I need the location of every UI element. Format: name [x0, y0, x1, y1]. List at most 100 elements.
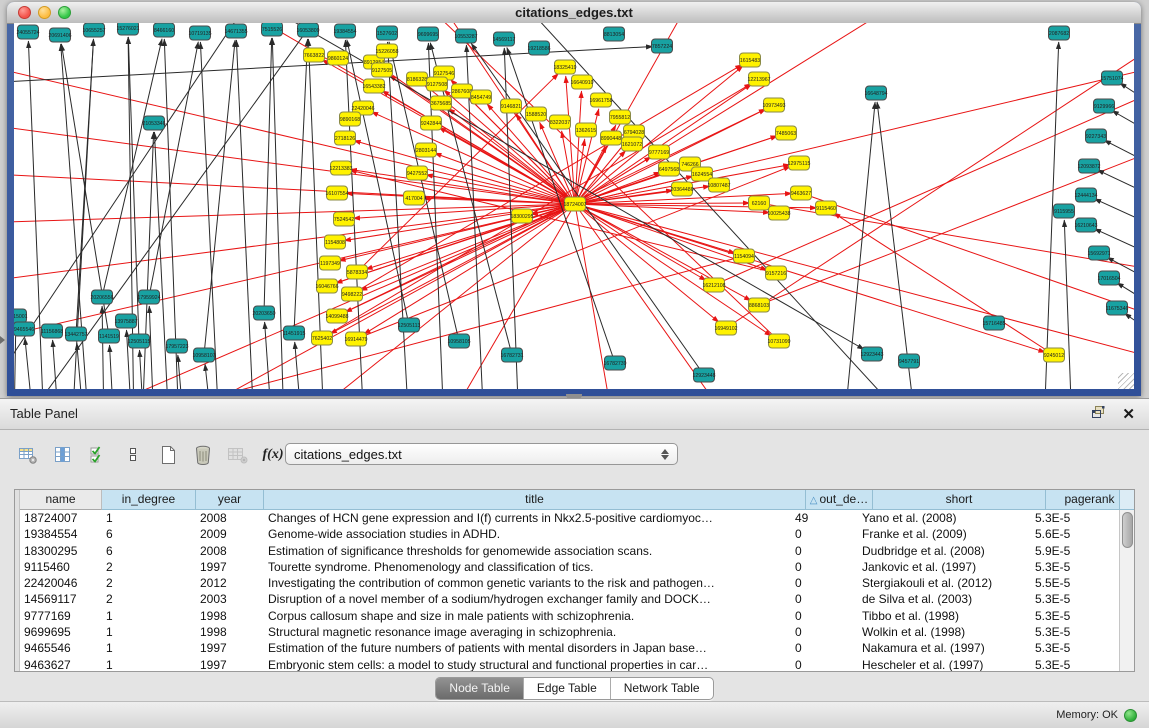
network-node[interactable]: 1154808: [325, 235, 346, 249]
network-node[interactable]: 9157216: [766, 266, 787, 280]
cell-short[interactable]: Nakamura et al. (1997): [858, 640, 1031, 656]
cell-short[interactable]: Stergiakouli et al. (2012): [858, 575, 1031, 591]
network-node[interactable]: 21053346: [142, 116, 165, 130]
row-select-icon[interactable]: [86, 443, 110, 467]
cell-year[interactable]: 1998: [196, 608, 264, 624]
tab-network-table[interactable]: Network Table: [611, 678, 713, 699]
network-node[interactable]: 19218586: [527, 41, 550, 55]
table-row[interactable]: 1830029562008Estimation of significance …: [15, 543, 1119, 559]
tab-node-table[interactable]: Node Table: [436, 678, 524, 699]
minimize-window-button[interactable]: [38, 6, 51, 19]
network-node[interactable]: 10958107: [192, 348, 215, 362]
cell-pagerank[interactable]: 5.3E-5: [1031, 559, 1119, 575]
network-node[interactable]: 10807487: [707, 178, 730, 192]
network-node[interactable]: 17959924: [137, 290, 160, 304]
cell-title[interactable]: Genome-wide association studies in ADHD.: [264, 526, 791, 542]
network-node[interactable]: 9777169: [649, 145, 670, 159]
network-node[interactable]: 9890168: [340, 112, 361, 126]
column-edit-icon[interactable]: [51, 443, 75, 467]
network-node[interactable]: 15716485: [982, 316, 1005, 330]
network-node[interactable]: 24055724: [16, 25, 39, 39]
cell-pagerank[interactable]: 5.3E-5: [1031, 657, 1119, 671]
network-node[interactable]: 7663822: [304, 48, 325, 62]
network-node[interactable]: 417004: [404, 191, 425, 205]
network-node[interactable]: 12923448: [692, 368, 715, 382]
cell-short[interactable]: Dudbridge et al. (2008): [858, 543, 1031, 559]
delete-rows-icon[interactable]: [191, 443, 215, 467]
network-node[interactable]: 16046766: [315, 279, 338, 293]
close-panel-icon[interactable]: ✕: [1122, 407, 1135, 422]
cell-year[interactable]: 2003: [196, 591, 264, 607]
network-node[interactable]: 20203650: [252, 306, 275, 320]
network-node[interactable]: 9860124: [328, 51, 349, 65]
table-row[interactable]: 1872400712008Changes of HCN gene express…: [15, 510, 1119, 526]
network-node[interactable]: 12975115: [788, 156, 811, 170]
cell-pagerank[interactable]: 5.5E-5: [1031, 575, 1119, 591]
network-node[interactable]: 16210643: [1074, 218, 1097, 232]
network-node[interactable]: 14671355: [224, 24, 247, 38]
network-node[interactable]: 20691406: [48, 28, 71, 42]
table-row[interactable]: 1938455462009Genome-wide association stu…: [15, 526, 1119, 542]
network-node[interactable]: 15615001: [14, 309, 28, 323]
window-titlebar[interactable]: citations_edges.txt: [7, 2, 1141, 24]
delete-table-icon[interactable]: [226, 443, 250, 467]
cell-in-degree[interactable]: 6: [102, 526, 196, 542]
cell-pagerank[interactable]: 5.9E-5: [1031, 543, 1119, 559]
cell-pagerank[interactable]: 5.3E-5: [1031, 591, 1119, 607]
cell-year[interactable]: 1997: [196, 640, 264, 656]
table-row[interactable]: 1456911722003Disruption of a novel membe…: [15, 591, 1119, 607]
network-node[interactable]: 16961758: [589, 93, 612, 107]
network-node[interactable]: 20364486: [670, 182, 693, 196]
network-canvas[interactable]: 18724007 7663822 9860124 8912954 1522605…: [14, 23, 1134, 389]
network-node[interactable]: 8813054: [604, 27, 625, 41]
network-node[interactable]: 15692971: [1087, 246, 1110, 260]
cell-in-degree[interactable]: 1: [102, 510, 196, 526]
cell-name[interactable]: 9777169: [20, 608, 102, 624]
cell-year[interactable]: 1997: [196, 559, 264, 575]
cell-name[interactable]: 22420046: [20, 575, 102, 591]
cell-out-de-[interactable]: 0: [791, 640, 858, 656]
network-node[interactable]: 2867608: [452, 84, 473, 98]
table-settings-icon[interactable]: [16, 443, 40, 467]
network-node[interactable]: 1362615: [576, 123, 597, 137]
network-node[interactable]: 10731099: [767, 334, 790, 348]
network-graph[interactable]: 18724007 7663822 9860124 8912954 1522605…: [14, 23, 1134, 389]
cell-name[interactable]: 9115460: [20, 559, 102, 575]
network-node[interactable]: 16782731: [500, 348, 523, 362]
network-node[interactable]: 10655257: [82, 23, 105, 37]
cell-in-degree[interactable]: 6: [102, 543, 196, 559]
float-panel-icon[interactable]: [1091, 405, 1106, 424]
network-node[interactable]: 10025438: [767, 206, 790, 220]
cell-short[interactable]: Franke et al. (2009): [858, 526, 1031, 542]
cell-out-de-[interactable]: 0: [791, 608, 858, 624]
network-node[interactable]: 9127505: [372, 63, 393, 77]
column-header-in-degree[interactable]: in_degree: [102, 490, 196, 510]
cell-short[interactable]: Hescheler et al. (1997): [858, 657, 1031, 671]
cell-title[interactable]: Structural magnetic resonance image aver…: [264, 624, 791, 640]
network-node[interactable]: 9245012: [1044, 348, 1065, 362]
cell-title[interactable]: Investigating the contribution of common…: [264, 575, 791, 591]
table-row[interactable]: 2242004622012Investigating the contribut…: [15, 575, 1119, 591]
cell-out-de-[interactable]: 0: [791, 559, 858, 575]
cell-short[interactable]: Yano et al. (2008): [858, 510, 1031, 526]
network-node[interactable]: 2803144: [416, 143, 437, 157]
cell-out-de-[interactable]: 49: [791, 510, 858, 526]
network-node[interactable]: 16914479: [344, 332, 367, 346]
cell-title[interactable]: Corpus callosum shape and size in male p…: [264, 608, 791, 624]
network-node[interactable]: 8322037: [550, 115, 571, 129]
table-row[interactable]: 969969511998Structural magnetic resonanc…: [15, 624, 1119, 640]
network-node[interactable]: 1154094: [734, 249, 755, 263]
cell-year[interactable]: 1997: [196, 657, 264, 671]
scrollbar-thumb[interactable]: [1122, 512, 1133, 548]
network-node[interactable]: 10719135: [188, 26, 211, 40]
cell-out-de-[interactable]: 0: [791, 657, 858, 671]
network-node[interactable]: 12444134: [1074, 188, 1097, 202]
network-node[interactable]: 16648794: [864, 86, 887, 100]
network-node[interactable]: 18300295: [510, 209, 533, 223]
network-node[interactable]: 9129966: [1094, 99, 1115, 113]
cell-name[interactable]: 9463627: [20, 657, 102, 671]
network-node[interactable]: 7485063: [776, 126, 797, 140]
table-row[interactable]: 911546021997Tourette syndrome. Phenomeno…: [15, 559, 1119, 575]
network-node[interactable]: 9115460: [816, 201, 837, 215]
network-node[interactable]: 10958105: [447, 334, 470, 348]
